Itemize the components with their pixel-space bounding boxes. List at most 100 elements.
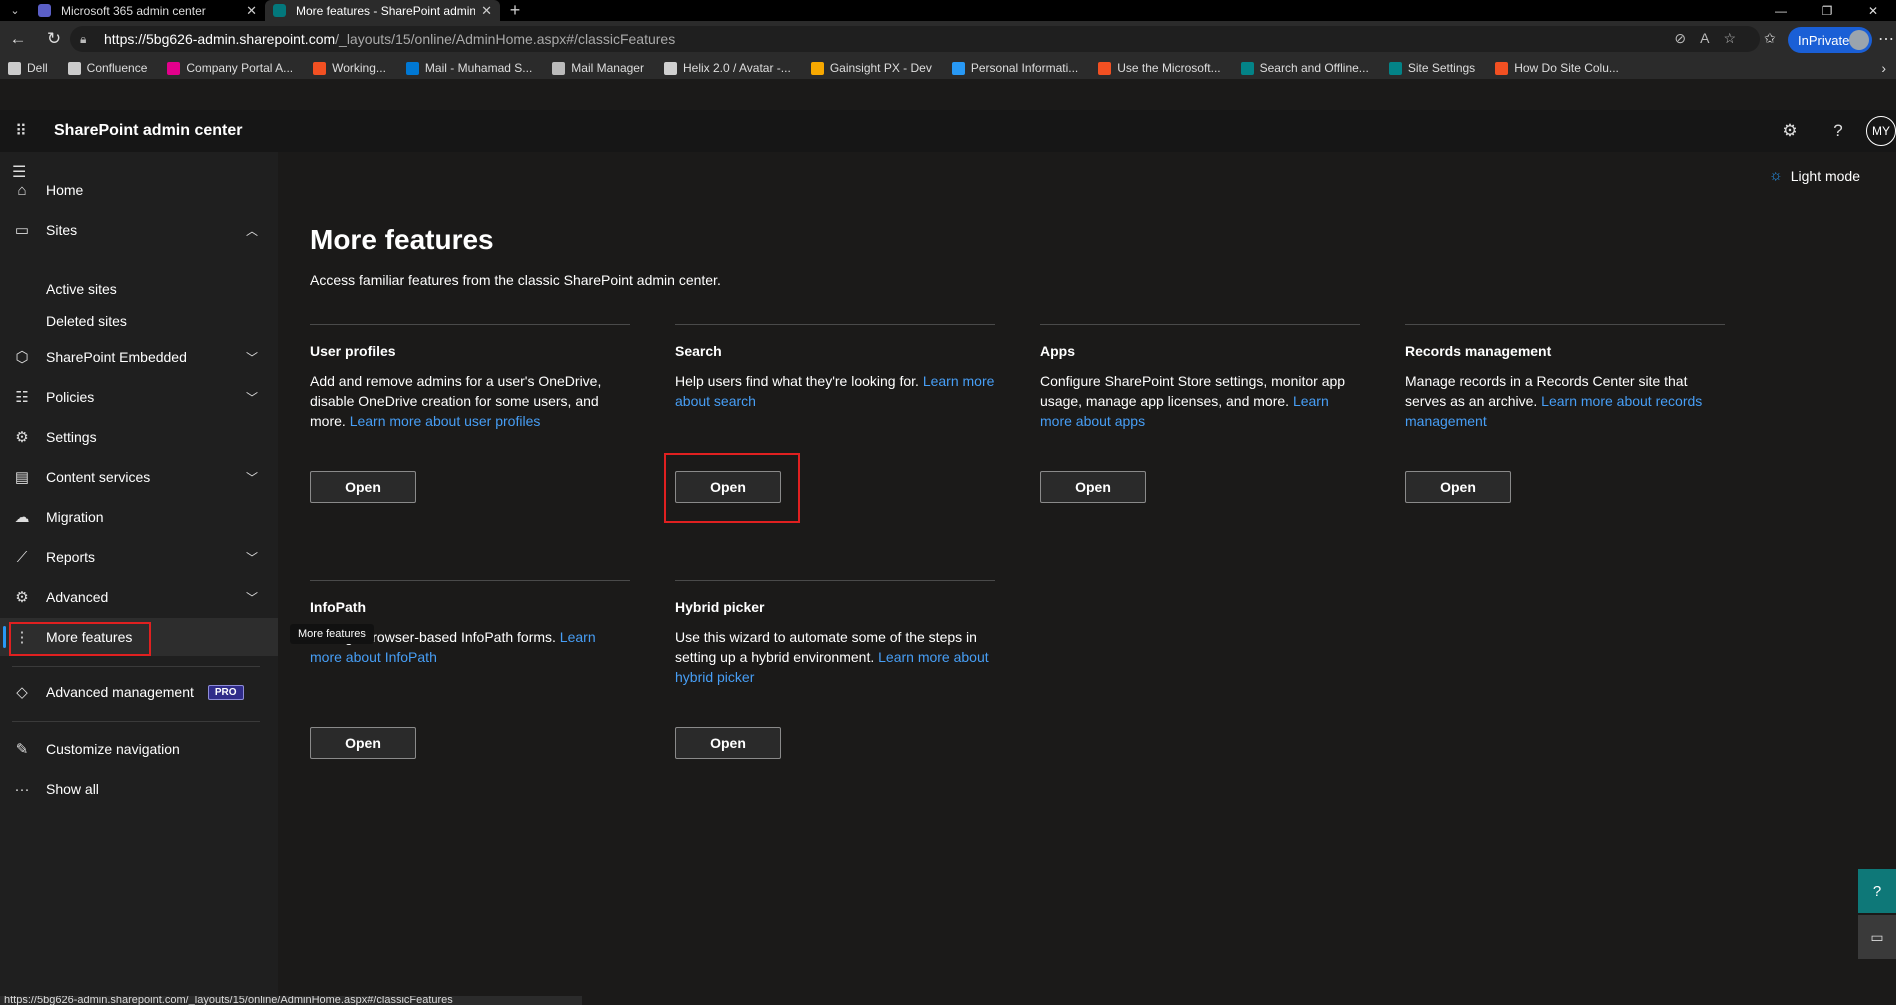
read-aloud-icon[interactable]: A — [1700, 30, 1709, 47]
open-button-infopath[interactable]: Open — [310, 727, 416, 759]
nav-item-content-services[interactable]: ▤ Content services ﹀ — [0, 458, 278, 496]
bookmark-item[interactable]: Gainsight PX - Dev — [810, 61, 932, 75]
learn-more-link[interactable]: Learn more about user profiles — [350, 413, 541, 429]
tab-title: More features - SharePoint admin — [296, 3, 476, 18]
address-bar[interactable]: 🔒︎ https://5bg626-admin.sharepoint.com/_… — [70, 26, 1760, 52]
tab-actions-chevron-icon[interactable]: ⌄ — [0, 0, 30, 21]
chevron-up-icon[interactable]: ︿ — [246, 222, 258, 239]
nav-item-migration[interactable]: ☁ Migration — [0, 498, 278, 536]
window-controls: — ❐ ✕ — [1758, 0, 1896, 21]
bookmark-item[interactable]: Dell — [8, 61, 48, 75]
help-question-icon[interactable]: ? — [1814, 121, 1862, 141]
help-support-icon[interactable]: ? — [1858, 869, 1896, 913]
m365-favicon-icon — [38, 4, 51, 17]
nav-item-sharepoint-embedded[interactable]: ⬡ SharePoint Embedded ﹀ — [0, 338, 278, 376]
url-host: https://5bg626-admin.sharepoint.com — [104, 31, 336, 47]
bookmark-item[interactable]: Mail Manager — [552, 61, 644, 75]
close-tab-icon[interactable]: ✕ — [481, 3, 492, 19]
bookmark-item[interactable]: How Do Site Colu... — [1495, 61, 1619, 75]
app-title[interactable]: SharePoint admin center — [54, 122, 243, 140]
nav-label: Content services — [46, 469, 151, 485]
bookmark-favicon-icon — [810, 61, 824, 75]
chevron-down-icon[interactable]: ﹀ — [246, 469, 258, 486]
bookmark-item[interactable]: Confluence — [67, 61, 148, 75]
bookmarks-overflow-chevron-icon[interactable]: › — [1881, 60, 1886, 76]
bookmark-item[interactable]: Helix 2.0 / Avatar -... — [663, 61, 791, 75]
card-description: Configure SharePoint Store settings, mon… — [1040, 371, 1360, 431]
gear-icon: ⚙ — [15, 429, 29, 446]
bookmark-item[interactable]: Working... — [313, 61, 386, 75]
card-description: Add and remove admins for a user's OneDr… — [310, 371, 630, 431]
app-header: ⠿ SharePoint admin center ⚙ ? MY — [0, 110, 1896, 152]
profile-avatar-icon — [1849, 30, 1869, 50]
bookmark-item[interactable]: Mail - Muhamad S... — [405, 61, 533, 75]
bookmark-favicon-icon — [8, 61, 21, 75]
favorites-icon[interactable]: ✩ — [1764, 30, 1776, 47]
bookmark-favicon-icon — [1495, 61, 1509, 75]
app-launcher-waffle-icon[interactable]: ⠿ — [0, 121, 42, 141]
favorite-star-icon[interactable]: ☆ — [1723, 30, 1736, 47]
open-button-user-profiles[interactable]: Open — [310, 471, 416, 503]
nav-label: Policies — [46, 389, 95, 405]
inprivate-button[interactable]: InPrivate — [1788, 27, 1872, 53]
refresh-icon[interactable]: ↻ — [36, 29, 72, 49]
chevron-down-icon[interactable]: ﹀ — [246, 589, 258, 606]
nav-item-home[interactable]: ⌂ Home — [0, 171, 278, 209]
light-mode-label: Light mode — [1790, 167, 1860, 184]
lock-icon: 🔒︎ — [80, 32, 87, 46]
bookmark-item[interactable]: Site Settings — [1388, 61, 1476, 75]
advanced-icon: ⚙ — [15, 589, 29, 606]
nav-subitem-active-sites[interactable]: Active sites — [46, 281, 117, 297]
bookmark-label: Site Settings — [1407, 61, 1476, 75]
bookmark-item[interactable]: Search and Offline... — [1240, 61, 1369, 75]
nav-item-policies[interactable]: ☷ Policies ﹀ — [0, 378, 278, 416]
chevron-down-icon[interactable]: ﹀ — [246, 389, 258, 406]
nav-item-settings[interactable]: ⚙ Settings — [0, 418, 278, 456]
card-infopath: InfoPath Manage browser-based InfoPath f… — [310, 580, 630, 770]
card-text: Help users find what they're looking for… — [675, 373, 923, 389]
tab-more-features[interactable]: More features - SharePoint admin ✕ — [265, 0, 500, 21]
restore-icon[interactable]: ❐ — [1804, 0, 1850, 21]
open-button-apps[interactable]: Open — [1040, 471, 1146, 503]
nav-separator — [12, 666, 260, 667]
open-button-records-management[interactable]: Open — [1405, 471, 1511, 503]
settings-gear-icon[interactable]: ⚙ — [1766, 121, 1814, 141]
nav-subitem-deleted-sites[interactable]: Deleted sites — [46, 313, 127, 329]
nav-item-advanced[interactable]: ⚙ Advanced ﹀ — [0, 578, 278, 616]
nav-item-show-all[interactable]: ··· Show all — [0, 770, 278, 808]
nav-item-sites[interactable]: ▭ Sites ︿ — [0, 211, 278, 249]
chevron-down-icon[interactable]: ﹀ — [246, 349, 258, 366]
card-apps: Apps Configure SharePoint Store settings… — [1040, 324, 1360, 514]
bookmarks-bar: Dell Confluence Company Portal A... Working… — [0, 57, 1896, 79]
card-description: Help users find what they're looking for… — [675, 371, 995, 411]
card-title: Records management — [1405, 343, 1552, 359]
tab-microsoft-365[interactable]: Microsoft 365 admin center ✕ — [30, 0, 265, 21]
avatar[interactable]: MY — [1866, 116, 1896, 146]
card-title: Apps — [1040, 343, 1075, 359]
open-button-hybrid-picker[interactable]: Open — [675, 727, 781, 759]
bookmark-label: Confluence — [86, 61, 148, 75]
content-icon: ▤ — [14, 469, 30, 486]
nav-item-reports[interactable]: ⟋ Reports ﹀ — [0, 538, 278, 576]
minimize-icon[interactable]: — — [1758, 0, 1804, 21]
bookmark-item[interactable]: Personal Informati... — [951, 61, 1078, 75]
bookmark-label: Mail - Muhamad S... — [424, 61, 533, 75]
nav-item-advanced-management[interactable]: ◇ Advanced management PRO — [0, 673, 278, 711]
bookmark-item[interactable]: Company Portal A... — [167, 61, 293, 75]
feedback-chat-icon[interactable]: ▭ — [1858, 915, 1896, 959]
nav-item-customize-navigation[interactable]: ✎ Customize navigation — [0, 730, 278, 768]
close-tab-icon[interactable]: ✕ — [246, 3, 257, 19]
tracking-prevention-icon[interactable]: ⊘ — [1674, 30, 1686, 47]
close-window-icon[interactable]: ✕ — [1850, 0, 1896, 21]
bookmark-item[interactable]: Use the Microsoft... — [1098, 61, 1221, 75]
new-tab-plus-icon[interactable]: + — [500, 0, 530, 21]
back-arrow-icon[interactable]: ← — [0, 29, 36, 49]
chevron-down-icon[interactable]: ﹀ — [246, 549, 258, 566]
inprivate-label: InPrivate — [1798, 32, 1850, 48]
nav-label: Migration — [46, 509, 104, 525]
highlight-box-search-open — [664, 453, 800, 523]
light-mode-toggle[interactable]: ☼ Light mode — [1769, 167, 1860, 184]
card-user-profiles: User profiles Add and remove admins for … — [310, 324, 630, 514]
browser-menu-ellipsis-icon[interactable]: ⋯ — [1878, 29, 1894, 49]
chart-icon: ⟋ — [16, 548, 28, 566]
